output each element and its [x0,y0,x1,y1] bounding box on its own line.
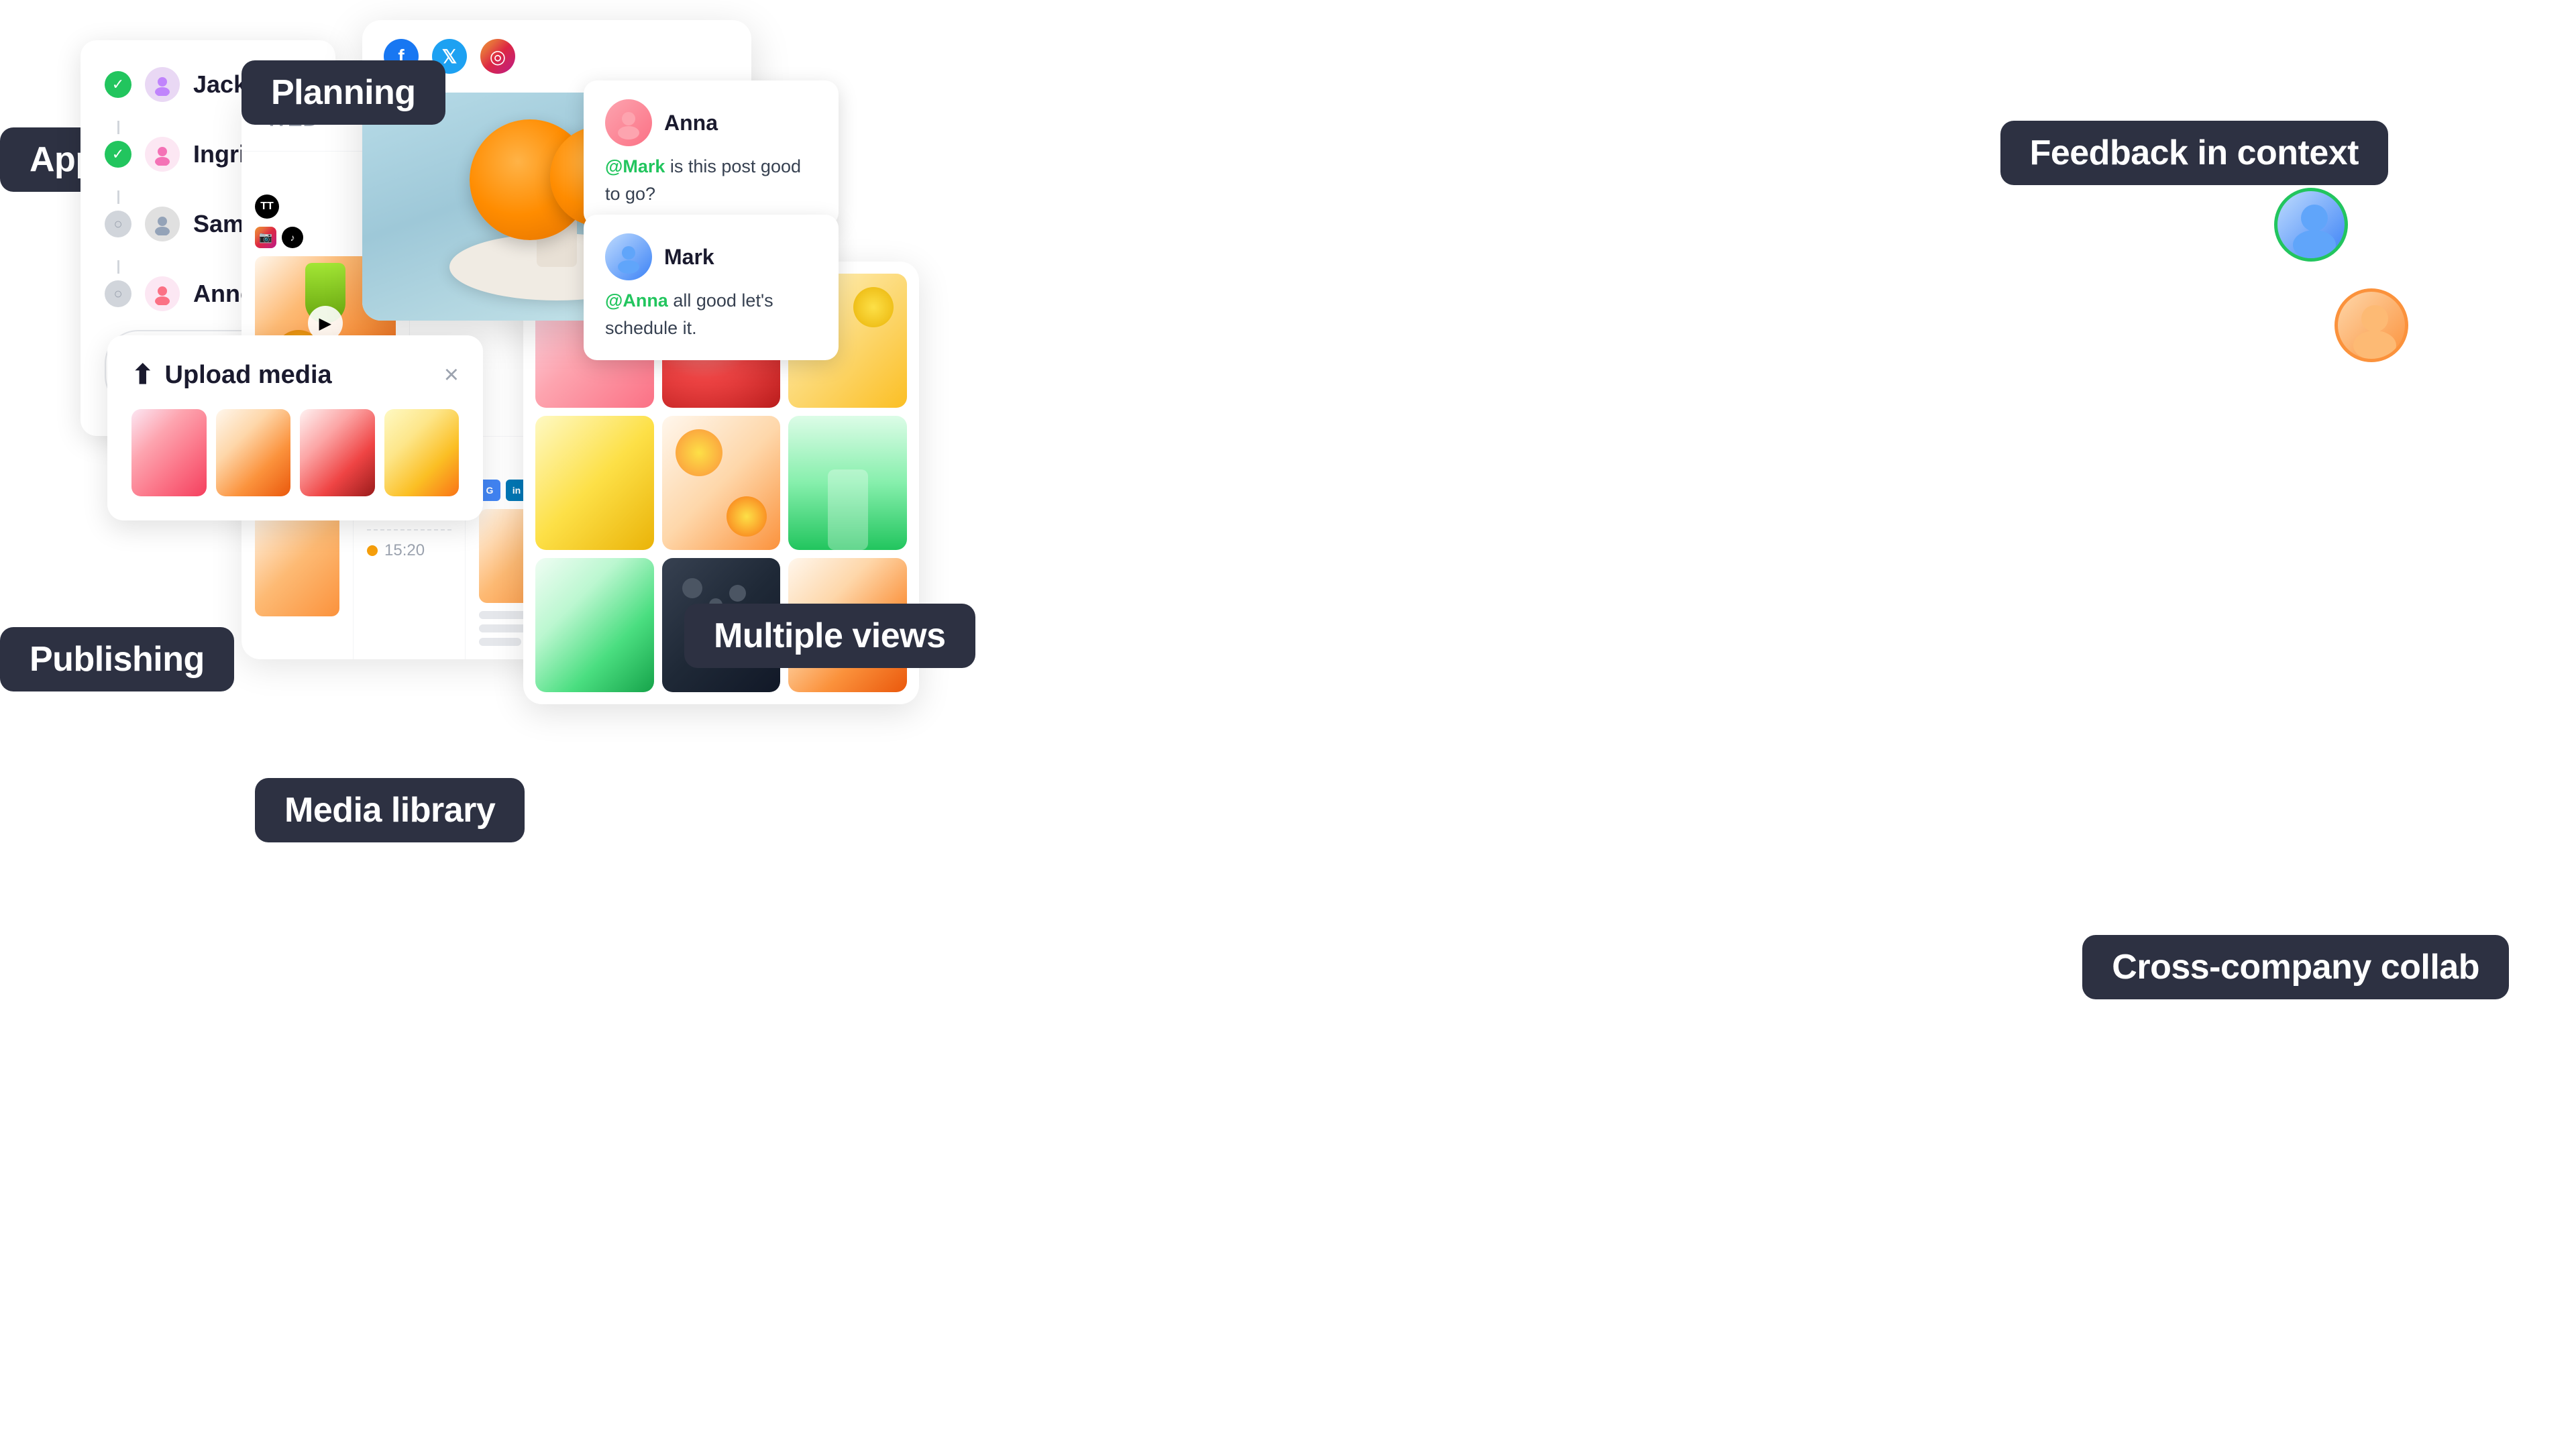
ig-icon-small: 📷 [255,227,276,248]
media-library-label: Media library [255,778,525,842]
feedback-text-mark: @Anna all good let's schedule it. [605,287,817,341]
multiple-views-label: Multiple views [684,604,975,668]
avatar-ingrid [145,137,180,172]
planning-label: Planning [241,60,445,125]
upload-title-row: ⬆ Upload media [131,359,332,390]
connector-1 [117,121,119,134]
media-thumb-1[interactable] [131,409,207,496]
media-thumb-2[interactable] [216,409,291,496]
avatar-samuel [145,207,180,241]
upload-icon: ⬆ [131,359,154,390]
grid-cell-4[interactable] [535,416,654,550]
media-thumbnails-grid [131,409,459,496]
cross-company-collab-label: Cross-company collab [2082,935,2509,999]
connector-3 [117,260,119,274]
collab-avatar-2 [2334,288,2408,362]
feedback-bubble-mark: Mark @Anna all good let's schedule it. [584,215,839,360]
grid-cell-5[interactable] [662,416,781,550]
name-jack: Jack [193,70,247,99]
avatar-jack [145,67,180,102]
avatar-anne [145,276,180,311]
upload-header: ⬆ Upload media × [131,359,459,390]
status-pending-samuel: ○ [105,211,131,237]
publishing-label: Publishing [0,627,234,691]
upload-media-card: ⬆ Upload media × [107,335,483,520]
status-approved-jack: ✓ [105,71,131,98]
tiktok-icon: TT [255,195,279,219]
collab-avatar-1 [2274,188,2348,262]
upload-title-text: Upload media [165,361,332,390]
status-approved-ingrid: ✓ [105,141,131,168]
time-dot-yellow [367,545,378,556]
instagram-icon-main: ◎ [480,39,515,74]
avatar-anna [605,99,652,146]
time-slot-1520: 15:20 [367,537,451,564]
li-line-3 [479,638,521,646]
time-1520: 15:20 [384,541,425,560]
main-scene: Approvals ✓ Jack ✓ Ingrid [0,0,2576,1442]
feedback-bubble-anna: Anna @Mark is this post good to go? [584,80,839,226]
avatar-mark [605,233,652,280]
connector-2 [117,190,119,204]
mention-mark: @Mark [605,156,665,176]
grid-cell-7[interactable] [535,558,654,692]
feedback-text-anna: @Mark is this post good to go? [605,153,817,207]
status-pending-anne: ○ [105,280,131,307]
mention-anna: @Anna [605,290,668,311]
tiktok-icon-small: ♪ [282,227,303,248]
media-thumb-3[interactable] [300,409,375,496]
grid-cell-6[interactable] [788,416,907,550]
close-button[interactable]: × [444,361,459,390]
media-thumb-4[interactable] [384,409,460,496]
feedback-name-mark: Mark [664,245,714,270]
feedback-in-context-label: Feedback in context [2000,121,2388,185]
feedback-name-anna: Anna [664,111,718,135]
post-preview-9 [255,509,339,616]
